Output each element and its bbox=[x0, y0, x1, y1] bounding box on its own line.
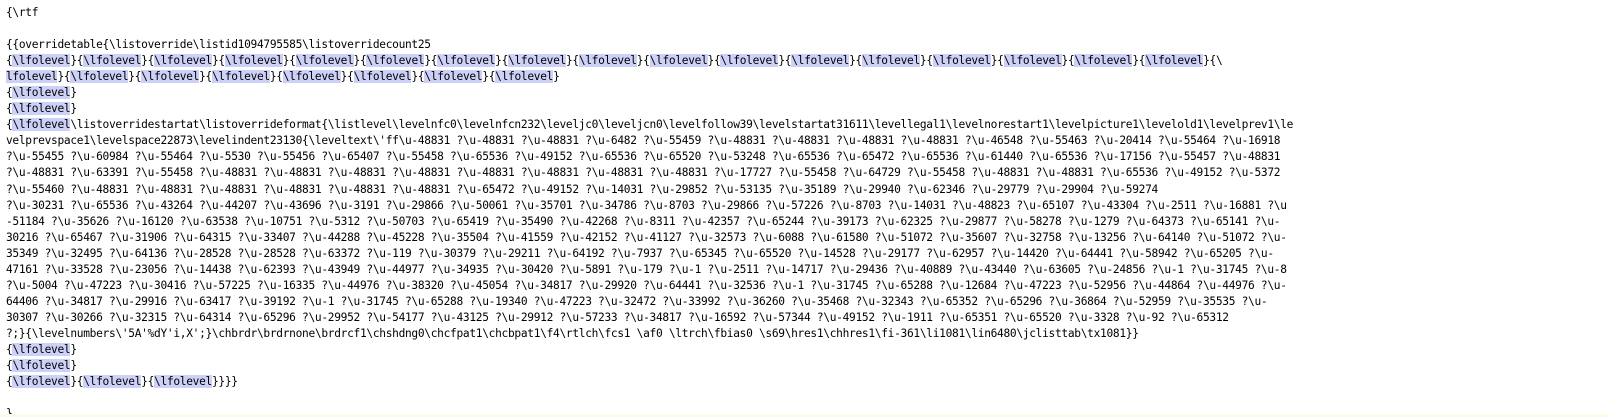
search-highlight: \lfolevel bbox=[12, 118, 71, 132]
search-highlight: \lfolevel bbox=[578, 54, 637, 68]
search-highlight: \lfolevel bbox=[1003, 54, 1062, 68]
search-highlight: \lfolevel bbox=[154, 54, 212, 68]
search-highlight: \lfolevel bbox=[141, 70, 200, 84]
editor-line: {\lfolevel}{\lfolevel}{\lfolevel}}}} bbox=[6, 375, 238, 389]
search-highlight: \lfolevel bbox=[649, 54, 708, 68]
search-highlight: \lfolevel bbox=[295, 54, 354, 68]
search-highlight: \lfolevel bbox=[83, 54, 142, 68]
search-highlight: \lfolevel bbox=[437, 54, 496, 68]
search-highlight: \lfolevel bbox=[353, 70, 412, 84]
editor-line: {\rtf bbox=[6, 6, 39, 19]
editor-line: {\lfolevel} bbox=[6, 102, 77, 116]
editor-line: lfolevel}{\lfolevel}{\lfolevel}{\lfoleve… bbox=[6, 70, 560, 84]
search-highlight: \lfolevel bbox=[224, 54, 283, 68]
editor-line: ?\u-55455 ?\u-60984 ?\u-55464 ?\u-5530 ?… bbox=[6, 150, 1281, 164]
search-highlight: \lfolevel bbox=[720, 54, 779, 68]
search-highlight: \lfolevel bbox=[12, 54, 71, 68]
search-highlight: \lfolevel bbox=[495, 70, 554, 84]
editor-line: {\lfolevel} bbox=[6, 359, 77, 373]
search-highlight: \lfolevel bbox=[862, 54, 920, 68]
search-highlight: \lfolevel bbox=[424, 70, 483, 84]
search-highlight: \lfolevel bbox=[12, 86, 71, 100]
search-highlight: lfolevel bbox=[6, 70, 58, 84]
search-highlight: \lfolevel bbox=[70, 70, 129, 84]
search-highlight: \lfolevel bbox=[1074, 54, 1133, 68]
editor-line: ?;}{\levelnumbers\'5A'%dY'i,X';}\chbrdr\… bbox=[6, 326, 1139, 340]
editor-line: {\lfolevel}{\lfolevel}{\lfolevel}{\lfole… bbox=[6, 54, 1223, 68]
editor-line: ?\u-55460 ?\u-48831 ?\u-48831 ?\u-48831 … bbox=[6, 182, 1158, 196]
search-highlight: \lfolevel bbox=[12, 375, 71, 389]
search-highlight: \lfolevel bbox=[12, 102, 71, 116]
editor-line: 47161 ?\u-33528 ?\u-23056 ?\u-14438 ?\u-… bbox=[6, 262, 1287, 276]
editor-line: {\lfolevel\listoverridestartat\listoverr… bbox=[6, 118, 1294, 132]
search-highlight: \lfolevel bbox=[83, 375, 142, 389]
editor-line: velprevspace1\levelspace22873\levelinden… bbox=[6, 134, 1281, 148]
editor-line: ?\u-48831 ?\u-63391 ?\u-55458 ?\u-48831 … bbox=[6, 166, 1281, 180]
editor-line: ?\u-5004 ?\u-47223 ?\u-30416 ?\u-57225 ?… bbox=[6, 278, 1287, 292]
search-highlight: \lfolevel bbox=[154, 375, 212, 389]
editor-line: -51184 ?\u-35626 ?\u-16120 ?\u-63538 ?\u… bbox=[6, 214, 1281, 228]
search-highlight: \lfolevel bbox=[282, 70, 341, 84]
editor-line: 30307 ?\u-30266 ?\u-32315 ?\u-64314 ?\u-… bbox=[6, 310, 1229, 324]
editor-line: {\lfolevel} bbox=[6, 86, 77, 100]
editor-line: {{overridetable{\listoverride\listid1094… bbox=[6, 38, 431, 52]
search-highlight: \lfolevel bbox=[932, 54, 991, 68]
editor-line: 30216 ?\u-65467 ?\u-31906 ?\u-64315 ?\u-… bbox=[6, 230, 1287, 244]
search-highlight: \lfolevel bbox=[791, 54, 850, 68]
search-highlight: \lfolevel bbox=[12, 342, 71, 356]
editor-line: 35349 ?\u-32495 ?\u-64136 ?\u-28528 ?\u-… bbox=[6, 246, 1274, 260]
search-highlight: \lfolevel bbox=[1145, 54, 1204, 68]
search-highlight: \lfolevel bbox=[12, 359, 71, 373]
document-text[interactable]: {\rtf {{overridetable{\listoverride\listi… bbox=[6, 5, 1606, 417]
editor-line: {\lfolevel} bbox=[6, 342, 77, 356]
search-highlight: \lfolevel bbox=[366, 54, 425, 68]
text-editor-view[interactable]: {\rtf {{overridetable{\listoverride\listi… bbox=[0, 0, 1609, 417]
search-highlight: \lfolevel bbox=[508, 54, 566, 68]
editor-line: 64406 ?\u-34817 ?\u-29916 ?\u-63417 ?\u-… bbox=[6, 294, 1268, 308]
search-highlight: \lfolevel bbox=[211, 70, 270, 84]
editor-line: ?\u-30231 ?\u-65536 ?\u-43264 ?\u-44207 … bbox=[6, 198, 1287, 212]
